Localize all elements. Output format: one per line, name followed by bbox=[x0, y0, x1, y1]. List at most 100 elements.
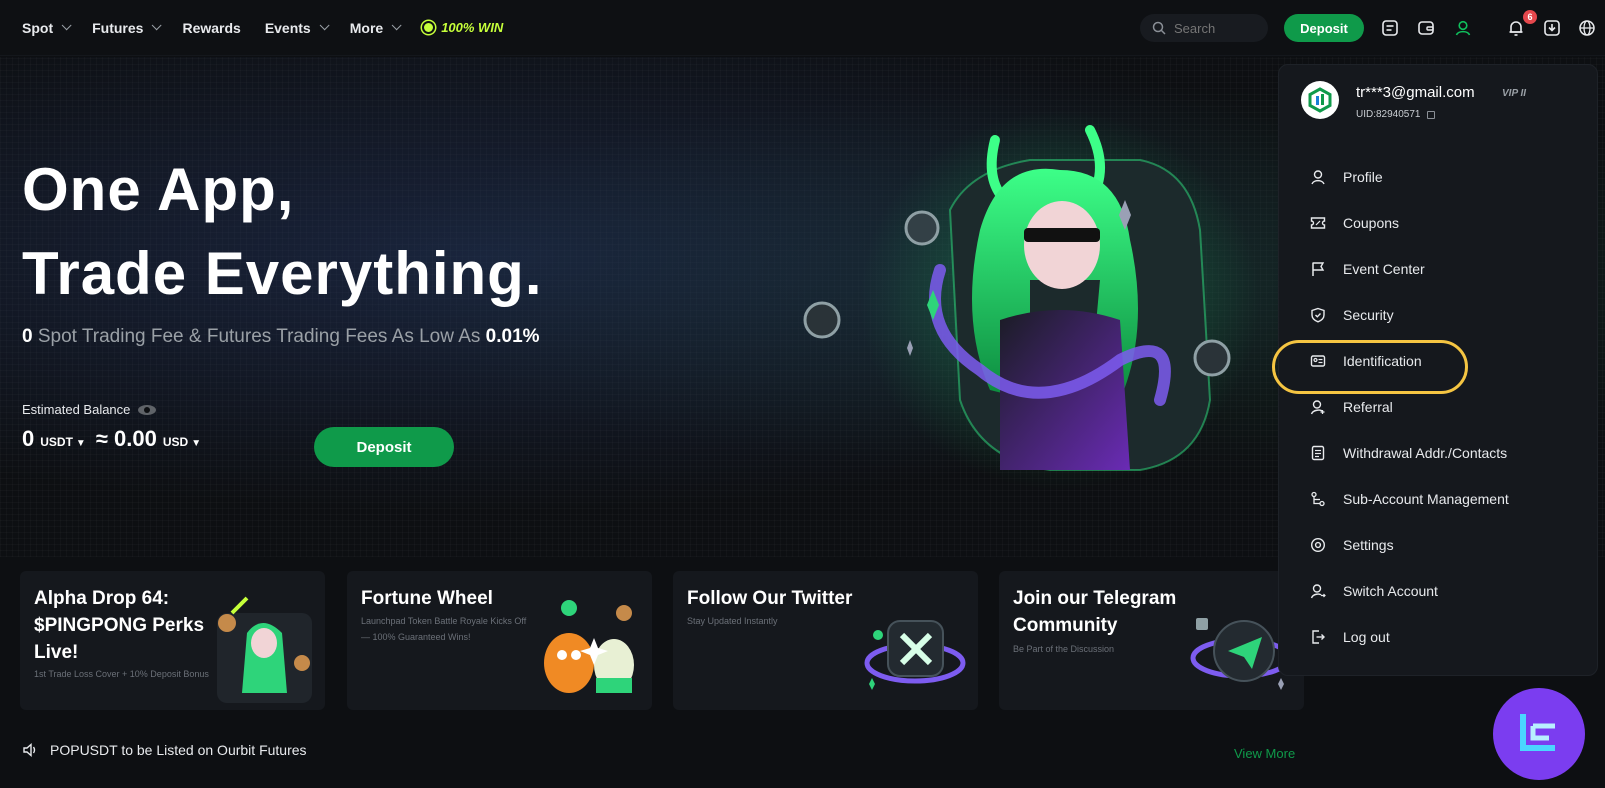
speaker-icon bbox=[23, 742, 36, 758]
nav-more[interactable]: More bbox=[349, 19, 402, 36]
copy-icon[interactable] bbox=[1426, 110, 1435, 119]
promo-label: 100% WIN bbox=[441, 20, 504, 35]
card-title: Fortune Wheel bbox=[361, 588, 493, 609]
main-nav: Spot Futures Rewards Events More 100% WI… bbox=[0, 0, 503, 56]
balance-unit-select[interactable]: USDT bbox=[40, 435, 73, 449]
estimated-balance-label: Estimated Balance bbox=[22, 402, 157, 417]
caret-down-icon: ▼ bbox=[75, 438, 86, 449]
chevron-down-icon bbox=[152, 20, 163, 31]
orders-icon[interactable] bbox=[1379, 17, 1401, 39]
menu-item-profile[interactable]: Profile bbox=[1279, 157, 1599, 197]
identification-highlight-ring bbox=[1272, 340, 1468, 394]
globe-icon[interactable] bbox=[1576, 17, 1598, 39]
eye-icon[interactable] bbox=[138, 404, 157, 415]
balance-label-text: Estimated Balance bbox=[22, 402, 131, 417]
menu-item-label: Security bbox=[1343, 307, 1394, 323]
menu-item-withdrawal-addresses[interactable]: Withdrawal Addr./Contacts bbox=[1279, 433, 1599, 473]
chevron-down-icon bbox=[61, 20, 72, 31]
nav-rewards[interactable]: Rewards bbox=[182, 20, 240, 36]
nav-spot-label: Spot bbox=[22, 19, 54, 36]
uid-text: UID:82940571 bbox=[1356, 109, 1421, 120]
menu-item-label: Referral bbox=[1343, 399, 1393, 415]
menu-item-settings[interactable]: Settings bbox=[1279, 525, 1599, 565]
hero-deposit-button[interactable]: Deposit bbox=[314, 427, 454, 467]
promo-link[interactable]: 100% WIN bbox=[422, 20, 503, 35]
spot-fee-value: 0 bbox=[22, 326, 33, 347]
hero-subtitle-text: Spot Trading Fee & Futures Trading Fees … bbox=[32, 326, 486, 347]
wallet-icon[interactable] bbox=[1415, 17, 1437, 39]
top-navigation-bar: Spot Futures Rewards Events More 100% WI… bbox=[0, 0, 1605, 56]
menu-item-event-center[interactable]: Event Center bbox=[1279, 249, 1599, 289]
document-icon bbox=[1309, 444, 1327, 462]
notification-badge: 6 bbox=[1523, 10, 1537, 24]
menu-item-log-out[interactable]: Log out bbox=[1279, 617, 1599, 657]
x-logo-illustration bbox=[864, 620, 966, 690]
nav-more-label: More bbox=[349, 19, 384, 36]
search-box[interactable] bbox=[1140, 14, 1268, 42]
promo-card-telegram[interactable]: Join our Telegram Community Be Part of t… bbox=[999, 571, 1304, 710]
view-more-link[interactable]: View More bbox=[1234, 746, 1295, 761]
card-title: Follow Our Twitter bbox=[687, 588, 853, 609]
flag-icon bbox=[1309, 260, 1327, 278]
nav-futures-label: Futures bbox=[92, 19, 144, 36]
futures-fee-value: 0.01% bbox=[485, 326, 540, 347]
hero-subtitle: 0 Spot Trading Fee & Futures Trading Fee… bbox=[22, 326, 540, 348]
card-title: Alpha Drop 64: $PINGPONG Perks Live! bbox=[34, 588, 205, 663]
hero-title: One App, Trade Everything. bbox=[22, 148, 543, 316]
card-title: Join our Telegram Community bbox=[1013, 588, 1177, 636]
caret-down-icon: ▼ bbox=[191, 438, 202, 449]
announcement-ticker[interactable]: POPUSDT to be Listed on Ourbit Futures bbox=[22, 742, 307, 758]
logout-icon bbox=[1309, 628, 1327, 646]
card-description: Be Part of the Discussion bbox=[1013, 644, 1115, 654]
hero-title-line1: One App, bbox=[22, 156, 295, 223]
announcement-text: POPUSDT to be Listed on Ourbit Futures bbox=[50, 742, 307, 758]
menu-item-label: Withdrawal Addr./Contacts bbox=[1343, 445, 1508, 461]
header-deposit-button[interactable]: Deposit bbox=[1284, 14, 1364, 42]
user-icon[interactable] bbox=[1452, 17, 1474, 39]
menu-item-security[interactable]: Security bbox=[1279, 295, 1599, 335]
promo-card-alpha-drop[interactable]: Alpha Drop 64: $PINGPONG Perks Live! 1st… bbox=[20, 571, 325, 710]
menu-item-label: Switch Account bbox=[1343, 583, 1438, 599]
chevron-down-icon bbox=[319, 20, 330, 31]
search-input[interactable] bbox=[1174, 20, 1254, 36]
coin-icon bbox=[422, 21, 436, 34]
nav-spot[interactable]: Spot bbox=[22, 19, 72, 36]
search-icon bbox=[1152, 21, 1166, 35]
menu-item-coupons[interactable]: Coupons bbox=[1279, 203, 1599, 243]
card-description: 1st Trade Loss Cover + 10% Deposit Bonus bbox=[34, 669, 209, 679]
sub-account-icon bbox=[1309, 490, 1327, 508]
account-uid: UID:82940571 bbox=[1356, 109, 1435, 120]
watermark-logo bbox=[1493, 688, 1585, 780]
avatar bbox=[1301, 81, 1339, 119]
balance-approx-unit-select[interactable]: USD bbox=[163, 435, 188, 449]
nav-events-label: Events bbox=[264, 19, 311, 36]
promo-card-fortune-wheel[interactable]: Fortune Wheel Launchpad Token Battle Roy… bbox=[347, 571, 652, 710]
alpha-drop-illustration bbox=[217, 596, 312, 703]
user-icon bbox=[1309, 168, 1327, 186]
vip-level-badge: VIP II bbox=[1502, 88, 1527, 99]
menu-item-label: Profile bbox=[1343, 169, 1383, 185]
nav-events[interactable]: Events bbox=[264, 19, 330, 36]
card-description: Launchpad Token Battle Royale Kicks Off … bbox=[361, 616, 527, 642]
menu-item-label: Event Center bbox=[1343, 261, 1425, 277]
nav-futures[interactable]: Futures bbox=[92, 19, 163, 36]
menu-item-sub-account-management[interactable]: Sub-Account Management bbox=[1279, 479, 1599, 519]
settings-icon bbox=[1309, 536, 1327, 554]
menu-item-label: Log out bbox=[1343, 629, 1390, 645]
fortune-wheel-illustration bbox=[544, 600, 634, 693]
shield-icon bbox=[1309, 306, 1327, 324]
menu-item-switch-account[interactable]: Switch Account bbox=[1279, 571, 1599, 611]
card-description: Stay Updated Instantly bbox=[687, 616, 778, 626]
download-icon[interactable] bbox=[1541, 17, 1563, 39]
avatar-logo-icon bbox=[1308, 87, 1332, 113]
chevron-down-icon bbox=[391, 20, 402, 31]
menu-item-label: Settings bbox=[1343, 537, 1394, 553]
estimated-balance: 0 USDT ▼ ≈ 0.00 USD ▼ bbox=[22, 426, 211, 452]
hero-title-line2: Trade Everything. bbox=[22, 240, 543, 307]
balance-value: 0 bbox=[22, 426, 35, 451]
balance-approx: ≈ 0.00 bbox=[95, 426, 157, 451]
promo-card-twitter[interactable]: Follow Our Twitter Stay Updated Instantl… bbox=[673, 571, 978, 710]
account-email: tr***3@gmail.com bbox=[1356, 84, 1475, 101]
nav-rewards-label: Rewards bbox=[182, 19, 241, 36]
coupon-icon bbox=[1309, 214, 1327, 232]
